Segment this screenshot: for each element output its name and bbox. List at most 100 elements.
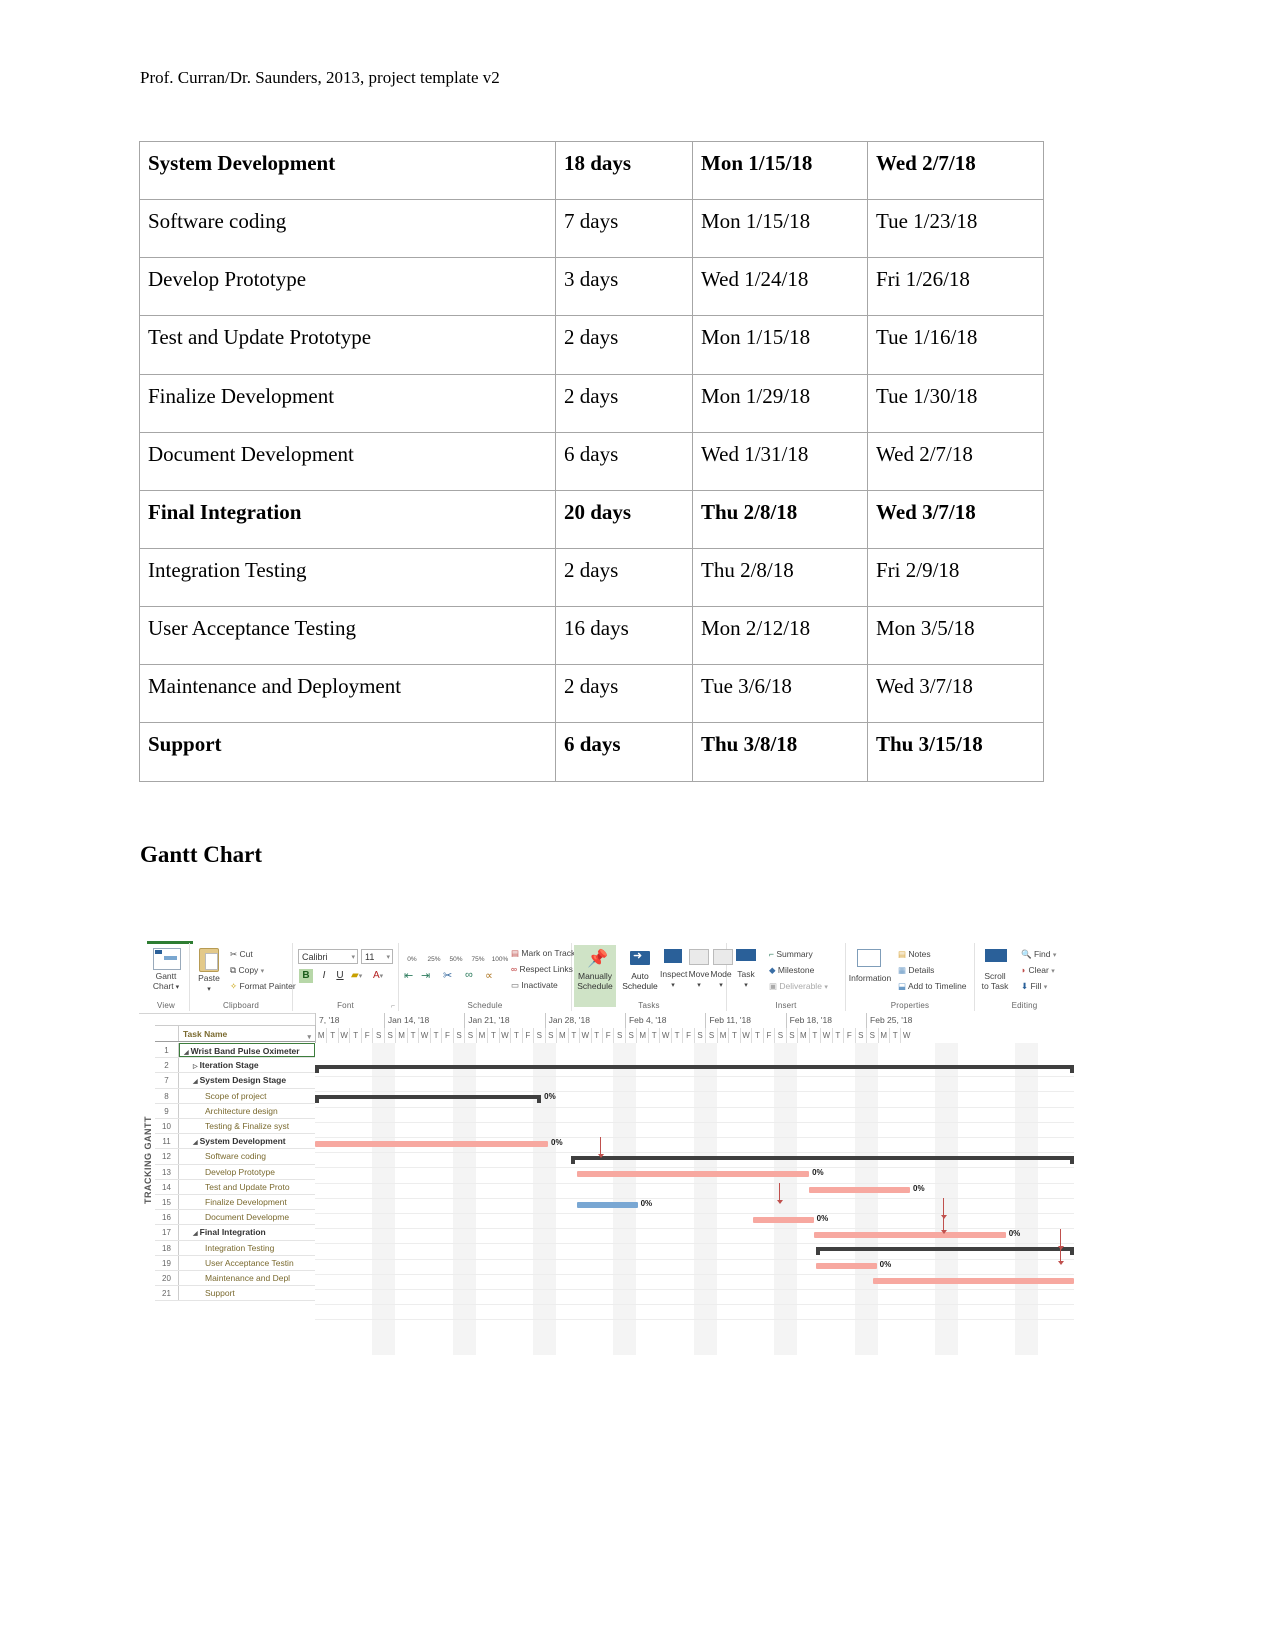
task-grid-row[interactable]: 15 Finalize Development bbox=[155, 1195, 315, 1211]
copy-button[interactable]: ⧉ Copy ▾ bbox=[230, 965, 264, 976]
auto-schedule-button[interactable]: Auto Schedule bbox=[620, 945, 660, 1007]
task-grid-row[interactable]: 12 Software coding bbox=[155, 1149, 315, 1165]
task-grid-row[interactable]: 21 Support bbox=[155, 1286, 315, 1302]
clear-button[interactable]: ◗ Clear ▾ bbox=[1021, 965, 1055, 975]
task-grid-row[interactable]: 2 ▷ Iteration Stage bbox=[155, 1058, 315, 1074]
insert-summary-button[interactable]: ⌐ Summary bbox=[769, 949, 813, 959]
information-button[interactable] bbox=[856, 949, 882, 969]
outdent-task-icon[interactable]: ⇤ bbox=[404, 969, 413, 982]
gantt-bar-task[interactable] bbox=[872, 1277, 1074, 1284]
gantt-bar-summary[interactable] bbox=[815, 1247, 1074, 1256]
task-row-name[interactable]: ◢ Wrist Band Pulse Oximeter bbox=[179, 1043, 315, 1058]
task-grid-row[interactable]: 8 Scope of project bbox=[155, 1088, 315, 1104]
add-to-timeline-button[interactable]: ⬓ Add to Timeline bbox=[898, 981, 967, 992]
task-row-name[interactable]: Integration Testing bbox=[179, 1241, 315, 1255]
collapse-triangle-icon[interactable]: ◢ bbox=[193, 1140, 198, 1146]
task-row-name[interactable]: ◢ Final Integration bbox=[179, 1225, 315, 1239]
font-name-combobox[interactable]: Calibri ▾ bbox=[298, 949, 358, 964]
details-button[interactable]: ▦ Details bbox=[898, 965, 934, 976]
font-color-button[interactable]: A▾ bbox=[373, 970, 383, 981]
format-painter-button[interactable]: ✧ Format Painter bbox=[230, 981, 296, 992]
find-button[interactable]: 🔍 Find ▾ bbox=[1021, 949, 1056, 960]
gantt-chart-row: 0% bbox=[315, 1228, 1074, 1243]
indent-task-icon[interactable]: ⇥ bbox=[421, 969, 430, 982]
gantt-chart-button[interactable] bbox=[152, 948, 182, 970]
task-grid-row[interactable]: 19 User Acceptance Testin bbox=[155, 1255, 315, 1271]
insert-milestone-button[interactable]: ◆ Milestone bbox=[769, 965, 814, 976]
task-row-name[interactable]: Test and Update Proto bbox=[179, 1180, 315, 1194]
task-grid-row[interactable]: 20 Maintenance and Depl bbox=[155, 1271, 315, 1287]
task-row-name[interactable]: Scope of project bbox=[179, 1089, 315, 1103]
task-name-column-header[interactable]: Task Name ▾ bbox=[179, 1026, 315, 1041]
task-row-name[interactable]: ◢ System Design Stage bbox=[179, 1073, 315, 1087]
gantt-bar-task[interactable] bbox=[815, 1262, 877, 1269]
task-grid-row[interactable]: 17 ◢ Final Integration bbox=[155, 1225, 315, 1241]
collapse-triangle-icon[interactable]: ◢ bbox=[193, 1079, 198, 1085]
gantt-bar-task[interactable] bbox=[752, 1217, 814, 1223]
finish-date-cell: Wed 2/7/18 bbox=[867, 140, 1044, 201]
insert-task-button[interactable] bbox=[733, 949, 759, 963]
gantt-bar-task[interactable] bbox=[809, 1186, 911, 1193]
task-grid-row[interactable]: 10 Testing & Finalize syst bbox=[155, 1119, 315, 1135]
gantt-bar-summary[interactable] bbox=[315, 1095, 542, 1104]
task-grid-row[interactable]: 13 Develop Prototype bbox=[155, 1164, 315, 1180]
task-row-name[interactable]: Document Developme bbox=[179, 1210, 315, 1224]
italic-button[interactable]: I bbox=[318, 969, 330, 983]
task-row-name[interactable]: Architecture design bbox=[179, 1104, 315, 1118]
highlight-color-button[interactable]: ▰▾ bbox=[351, 970, 362, 981]
insert-task-label-wrap[interactable]: Task ▾ bbox=[729, 969, 763, 991]
task-grid-row[interactable]: 9 Architecture design bbox=[155, 1103, 315, 1119]
task-grid-row[interactable]: 16 Document Developme bbox=[155, 1210, 315, 1226]
mark-on-track-button[interactable]: ▤ Mark on Track ▾ bbox=[511, 948, 581, 959]
inspect-button[interactable] bbox=[662, 949, 684, 965]
split-task-icon[interactable]: ✂ bbox=[443, 969, 452, 982]
gantt-bar-task[interactable] bbox=[315, 1141, 548, 1147]
information-label-wrap[interactable]: Information bbox=[844, 973, 896, 983]
font-dialog-launcher-icon[interactable]: ⌐ bbox=[391, 1003, 395, 1010]
task-row-name[interactable]: ▷ Iteration Stage bbox=[179, 1058, 315, 1072]
task-grid-row[interactable]: 11 ◢ System Development bbox=[155, 1134, 315, 1150]
task-row-name[interactable]: Maintenance and Depl bbox=[179, 1271, 315, 1285]
collapse-triangle-icon[interactable]: ◢ bbox=[184, 1050, 189, 1056]
cut-button[interactable]: ✂ Cut bbox=[230, 949, 253, 960]
gantt-bar-summary[interactable] bbox=[570, 1156, 1074, 1165]
expand-triangle-icon[interactable]: ▷ bbox=[193, 1064, 198, 1070]
insert-deliverable-button[interactable]: ▣ Deliverable ▾ bbox=[769, 981, 828, 992]
task-row-name[interactable]: Finalize Development bbox=[179, 1195, 315, 1209]
task-grid-row[interactable]: 1 ◢ Wrist Band Pulse Oximeter bbox=[155, 1043, 315, 1059]
collapse-triangle-icon[interactable]: ◢ bbox=[193, 1231, 198, 1237]
notes-button[interactable]: ▤ Notes bbox=[898, 949, 931, 960]
task-row-name[interactable]: User Acceptance Testin bbox=[179, 1256, 315, 1270]
scroll-to-task-label-wrap[interactable]: Scroll to Task bbox=[973, 971, 1017, 991]
paste-button[interactable] bbox=[196, 948, 222, 972]
gantt-bar-task[interactable] bbox=[576, 1171, 810, 1178]
gantt-bar-summary[interactable] bbox=[315, 1065, 1074, 1073]
fill-button[interactable]: ⬇ Fill ▾ bbox=[1021, 981, 1047, 992]
underline-button[interactable]: U bbox=[334, 969, 346, 983]
task-row-name[interactable]: Software coding bbox=[179, 1149, 315, 1163]
move-button[interactable] bbox=[688, 949, 710, 967]
inactivate-button[interactable]: ▭ Inactivate bbox=[511, 980, 558, 991]
scroll-to-task-button[interactable] bbox=[983, 949, 1009, 964]
task-row-name[interactable]: Support bbox=[179, 1286, 315, 1300]
font-size-combobox[interactable]: 11 ▾ bbox=[361, 949, 393, 964]
gantt-bar-manual[interactable] bbox=[576, 1201, 638, 1208]
gantt-chart-button-label[interactable]: Gantt Chart ▾ bbox=[143, 971, 189, 993]
task-row-name[interactable]: ◢ System Development bbox=[179, 1134, 315, 1148]
task-grid-row[interactable]: 7 ◢ System Design Stage bbox=[155, 1073, 315, 1089]
link-tasks-icon[interactable]: ∞ bbox=[465, 969, 473, 981]
respect-links-button[interactable]: ∞ Respect Links bbox=[511, 964, 573, 974]
inspect-label-wrap[interactable]: Inspect ▾ bbox=[660, 969, 687, 991]
task-grid: Task Name ▾ 1 ◢ Wrist Band Pulse Oximeter 2… bbox=[155, 1025, 316, 1355]
task-row-name[interactable]: Testing & Finalize syst bbox=[179, 1119, 315, 1133]
bold-button[interactable]: B bbox=[299, 969, 313, 983]
unlink-tasks-icon[interactable]: ∝ bbox=[485, 969, 493, 982]
gantt-chart-area[interactable]: 0%0%0%0%0%0%0%0%0% bbox=[315, 1043, 1074, 1355]
task-row-name[interactable]: Develop Prototype bbox=[179, 1165, 315, 1179]
task-grid-row[interactable]: 14 Test and Update Proto bbox=[155, 1179, 315, 1195]
manually-schedule-button[interactable]: 📌 Manually Schedule bbox=[574, 945, 616, 1007]
gantt-bar-task[interactable] bbox=[813, 1232, 1006, 1239]
task-grid-row[interactable]: 18 Integration Testing bbox=[155, 1240, 315, 1256]
paste-label[interactable]: Paste ▾ bbox=[192, 973, 226, 995]
view-bar-label[interactable]: TRACKING GANTT bbox=[143, 1116, 153, 1204]
